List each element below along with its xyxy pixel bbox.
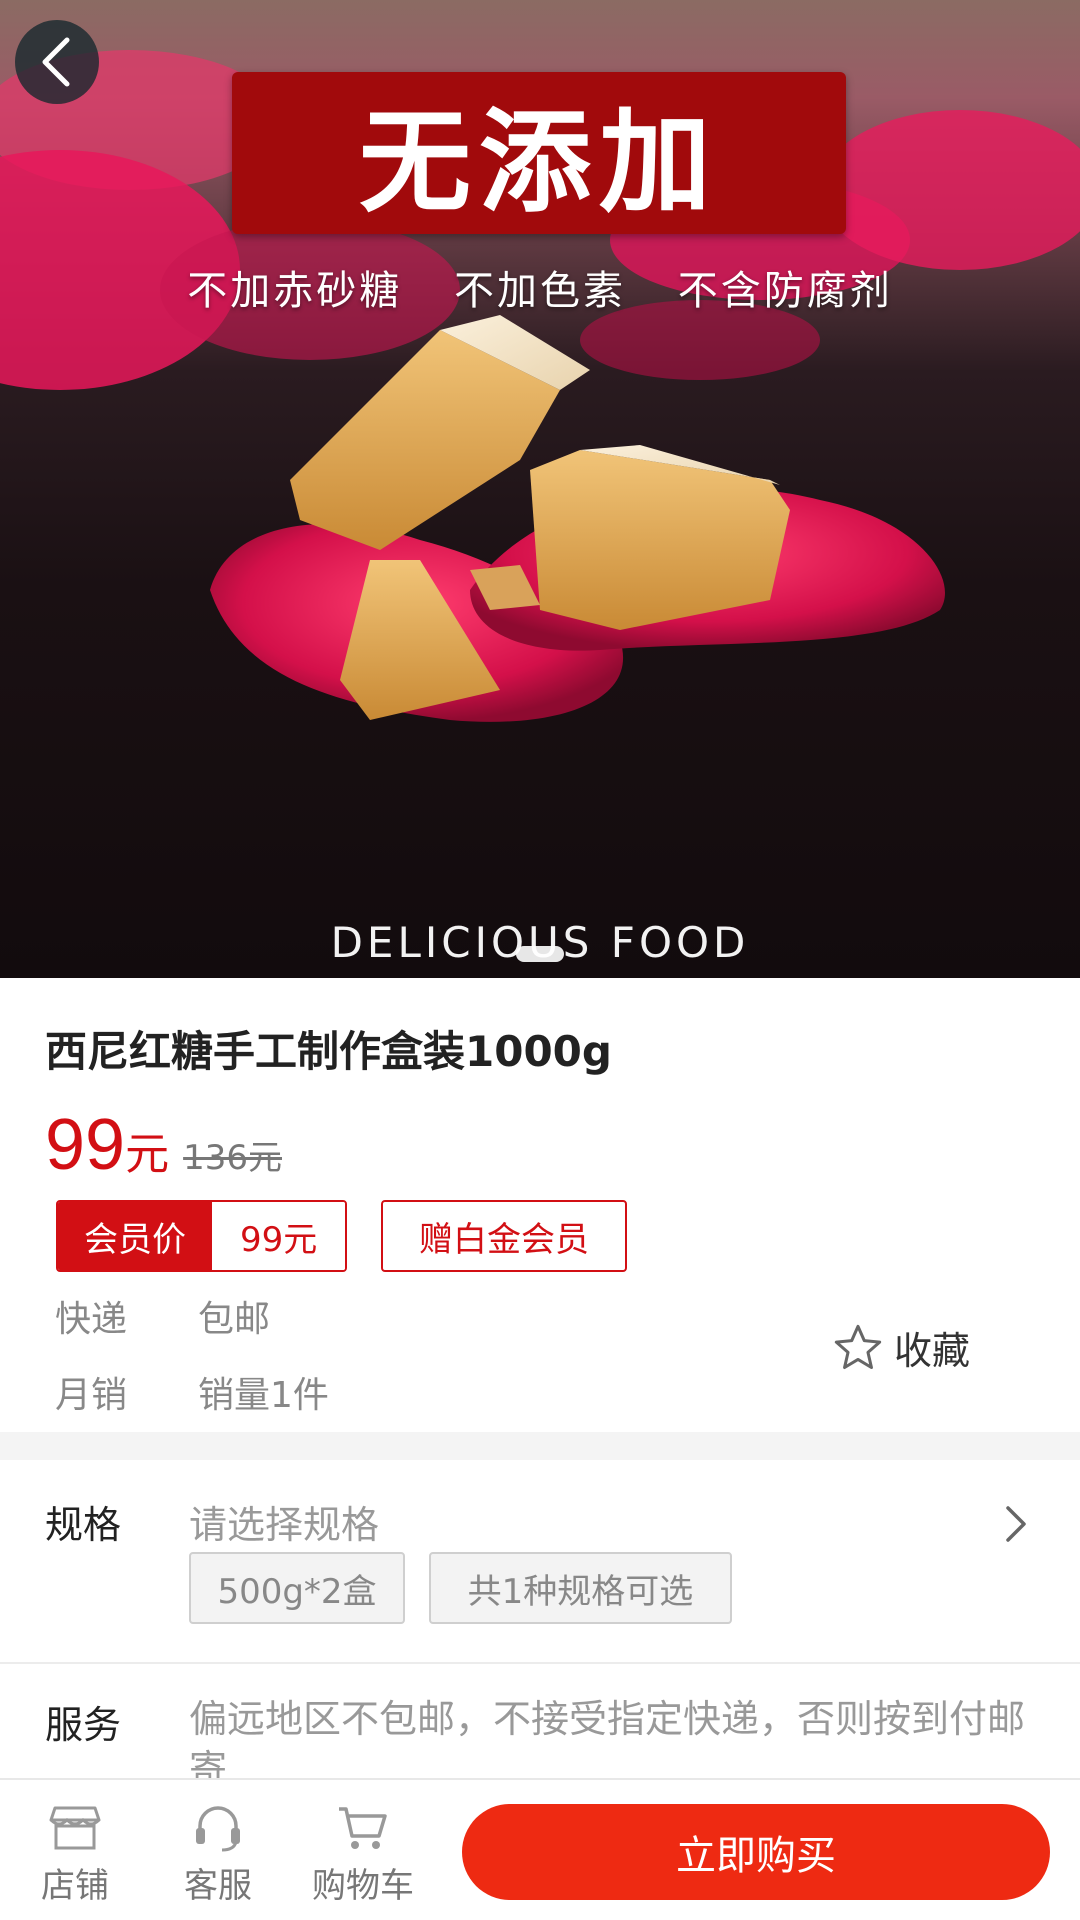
- chevron-left-icon: [42, 37, 70, 87]
- sales-key: 月销: [55, 1375, 128, 1416]
- spec-hint: 请选择规格: [189, 1503, 380, 1547]
- section-divider: [0, 1432, 1080, 1460]
- tagline-item: 不加赤砂糖: [187, 268, 403, 314]
- bottom-action-bar: 店铺 客服 购物车 立即购买: [0, 1778, 1080, 1920]
- hero-taglines: 不加赤砂糖 不加色素 不含防腐剂: [0, 258, 1080, 316]
- sales-value: 销量1件: [198, 1375, 329, 1416]
- carousel-indicator: [516, 946, 564, 962]
- service-tab-label: 客服: [184, 1866, 252, 1906]
- price-row: 99 元 136元: [45, 1104, 282, 1186]
- sales-row: 月销 销量1件: [55, 1366, 329, 1418]
- cart-tab-label: 购物车: [312, 1866, 414, 1906]
- spec-option-chip[interactable]: 500g*2盒: [189, 1552, 405, 1624]
- gift-membership-button[interactable]: 赠白金会员: [381, 1200, 627, 1272]
- cart-tab[interactable]: 购物车: [293, 1780, 433, 1920]
- headset-icon: [196, 1806, 240, 1852]
- hero-banner: 无添加: [232, 72, 846, 234]
- tagline-item: 不加色素: [454, 268, 626, 314]
- service-text: 偏远地区不包邮，不接受指定快递，否则按到付邮寄: [189, 1697, 1026, 1784]
- member-price-label: 会员价: [58, 1202, 212, 1270]
- star-icon: [834, 1324, 882, 1369]
- chevron-right-icon: [1006, 1506, 1026, 1542]
- buy-now-button[interactable]: 立即购买: [462, 1804, 1050, 1900]
- shipping-row: 快递 包邮: [55, 1290, 270, 1342]
- spec-label: 规格: [45, 1503, 122, 1547]
- original-price: 136元: [183, 1138, 282, 1178]
- favorite-label: 收藏: [894, 1329, 971, 1373]
- store-tab-label: 店铺: [41, 1866, 109, 1906]
- back-button[interactable]: [15, 20, 99, 104]
- member-price-badge: 会员价 99元: [56, 1200, 348, 1272]
- shipping-value: 包邮: [198, 1299, 271, 1340]
- current-price: 99: [45, 1105, 126, 1185]
- price-unit: 元: [125, 1129, 170, 1180]
- cart-icon: [339, 1807, 387, 1849]
- favorite-button[interactable]: 收藏: [832, 1320, 970, 1375]
- tagline-item: 不含防腐剂: [677, 268, 893, 314]
- store-tab[interactable]: 店铺: [5, 1780, 145, 1920]
- service-label: 服务: [45, 1703, 122, 1747]
- product-title: 西尼红糖手工制作盒装1000g: [45, 1027, 612, 1076]
- product-image-carousel[interactable]: 无添加 不加赤砂糖 不加色素 不含防腐剂 DELICIOUS FOOD: [0, 0, 1080, 978]
- spec-count-chip[interactable]: 共1种规格可选: [429, 1552, 732, 1624]
- shipping-key: 快递: [55, 1299, 128, 1340]
- service-section: 服务 偏远地区不包邮，不接受指定快递，否则按到付邮寄: [0, 1664, 1080, 1784]
- store-icon: [49, 1806, 101, 1850]
- spec-section[interactable]: 规格 请选择规格 500g*2盒 共1种规格可选: [0, 1460, 1080, 1662]
- product-info: 西尼红糖手工制作盒装1000g 99 元 136元 会员价 99元 赠白金会员 …: [0, 978, 1080, 1432]
- member-price-value: 99元: [212, 1202, 346, 1270]
- service-tab[interactable]: 客服: [148, 1780, 288, 1920]
